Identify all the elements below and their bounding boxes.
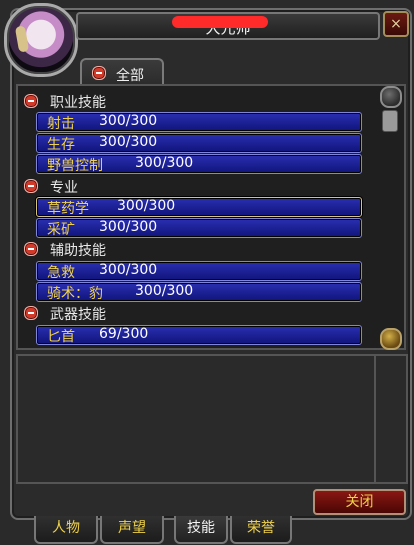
skill-value: 300/300 — [99, 134, 158, 150]
tab-character[interactable]: 人物 — [34, 516, 98, 544]
skill-name: 草药学 — [47, 201, 89, 217]
close-x-button[interactable]: × — [383, 11, 409, 37]
bottom-tabs: 人物 声望 技能 荣誉 — [34, 516, 294, 544]
skill-name: 生存 — [47, 137, 75, 153]
scroll-thumb[interactable] — [382, 110, 398, 132]
skill-value: 300/300 — [135, 283, 194, 299]
tab-reputation[interactable]: 声望 — [100, 516, 164, 544]
skill-detail-panel — [16, 354, 376, 484]
portrait-ear-decoration — [14, 25, 30, 53]
skill-row[interactable]: 野兽控制 300/300 — [36, 154, 362, 174]
skill-row[interactable]: 骑术：豹 300/300 — [36, 282, 362, 302]
collapse-icon[interactable] — [24, 306, 38, 320]
skill-name: 匕首 — [47, 329, 75, 345]
skill-value: 300/300 — [135, 155, 194, 171]
skill-row[interactable]: 射击 300/300 — [36, 112, 362, 132]
category-label: 专业 — [50, 180, 78, 196]
skill-value: 300/300 — [117, 198, 176, 214]
tab-honor[interactable]: 荣誉 — [230, 516, 292, 544]
skill-name: 射击 — [47, 116, 75, 132]
title-redaction — [172, 16, 268, 28]
skills-scrollbar[interactable] — [374, 84, 406, 350]
collapse-icon[interactable] — [24, 94, 38, 108]
character-portrait — [4, 3, 78, 77]
close-button[interactable]: 关闭 — [313, 489, 406, 515]
skills-window: 大元帅 × 全部 职业技能 射击 300/300 生存 300/300 野兽控制… — [0, 0, 414, 545]
skill-name: 野兽控制 — [47, 158, 103, 174]
skill-row[interactable]: 匕首 69/300 — [36, 325, 362, 345]
skill-name: 骑术：豹 — [47, 286, 103, 302]
collapse-icon[interactable] — [24, 242, 38, 256]
skill-value: 300/300 — [99, 113, 158, 129]
skill-row[interactable]: 生存 300/300 — [36, 133, 362, 153]
collapse-icon[interactable] — [92, 66, 106, 80]
filter-tab-all[interactable]: 全部 — [80, 58, 164, 86]
skill-name: 急救 — [47, 265, 75, 281]
category-label: 辅助技能 — [50, 243, 106, 259]
skill-row-selected[interactable]: 草药学 300/300 — [36, 197, 362, 217]
detail-side-panel — [374, 354, 408, 484]
scroll-down-button[interactable] — [380, 328, 402, 350]
collapse-icon[interactable] — [24, 179, 38, 193]
skill-row[interactable]: 急救 300/300 — [36, 261, 362, 281]
category-label: 武器技能 — [50, 307, 106, 323]
skill-row[interactable]: 采矿 300/300 — [36, 218, 362, 238]
tab-skills[interactable]: 技能 — [174, 516, 228, 544]
skill-name: 采矿 — [47, 222, 75, 238]
close-icon: × — [390, 16, 402, 32]
skill-value: 300/300 — [99, 219, 158, 235]
scroll-up-button[interactable] — [380, 86, 402, 108]
skill-value: 300/300 — [99, 262, 158, 278]
filter-tab-label: 全部 — [116, 68, 144, 84]
skill-value: 69/300 — [99, 326, 149, 342]
category-label: 职业技能 — [50, 95, 106, 111]
